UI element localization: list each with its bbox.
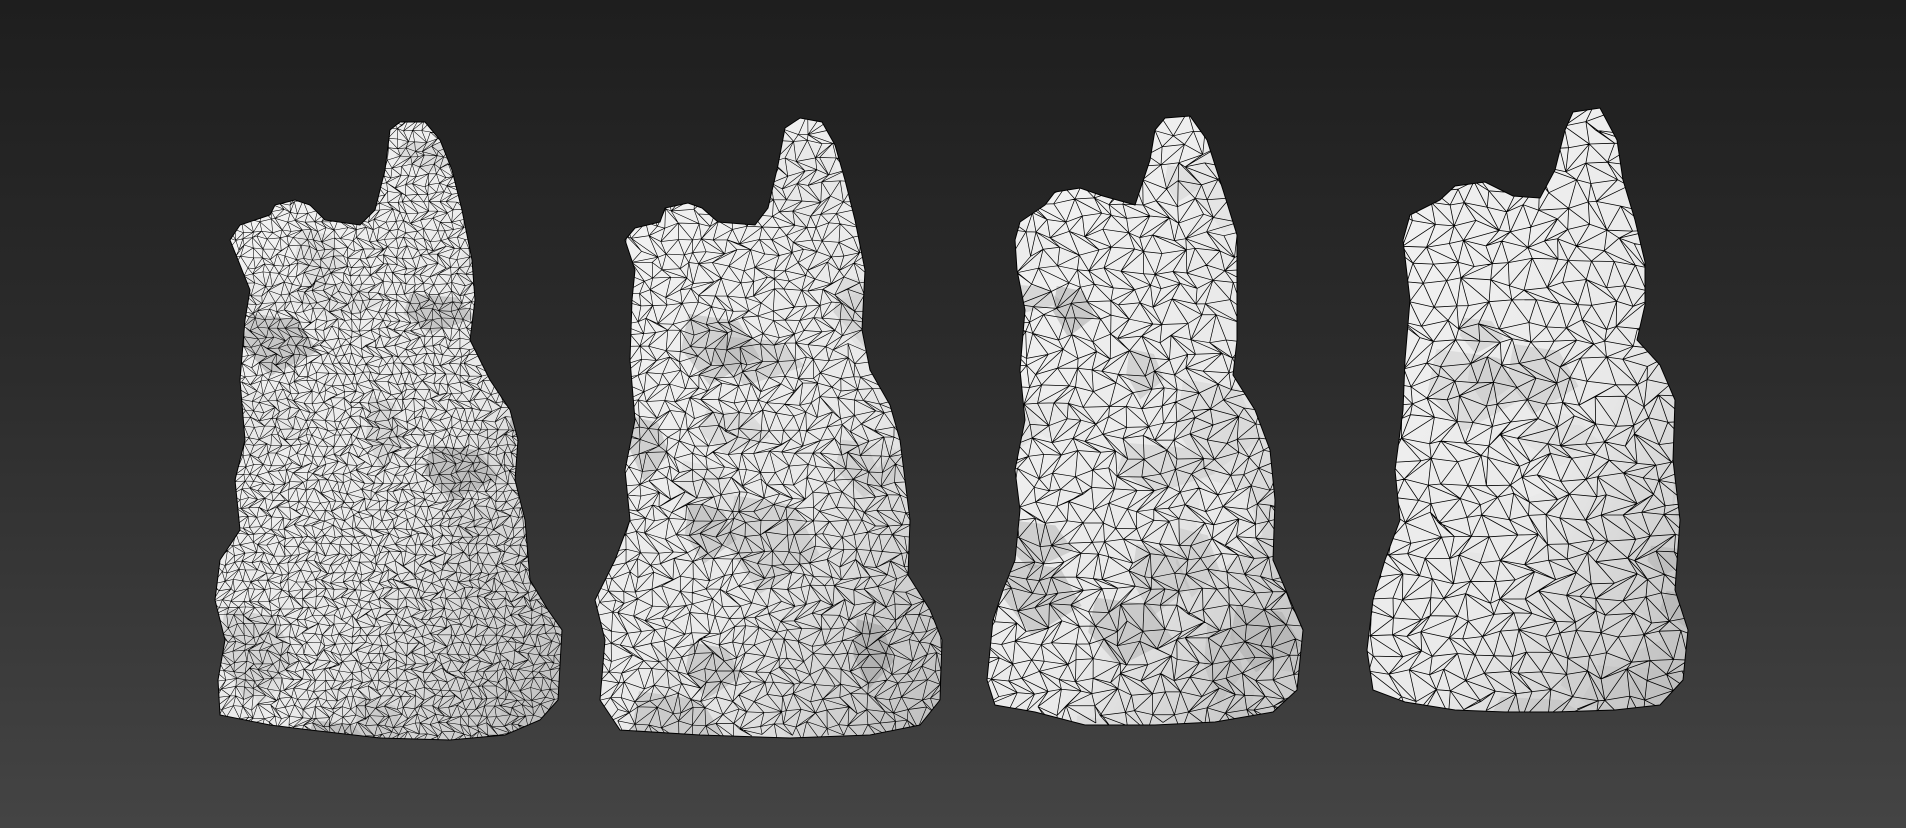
rock-mesh-low-density[interactable] (1355, 0, 1735, 828)
rock-mesh-medium-density[interactable] (975, 0, 1355, 828)
3d-viewport[interactable] (0, 0, 1906, 828)
rock-mesh-highest-density[interactable] (200, 0, 580, 828)
rock-mesh-high-density[interactable] (590, 0, 970, 828)
